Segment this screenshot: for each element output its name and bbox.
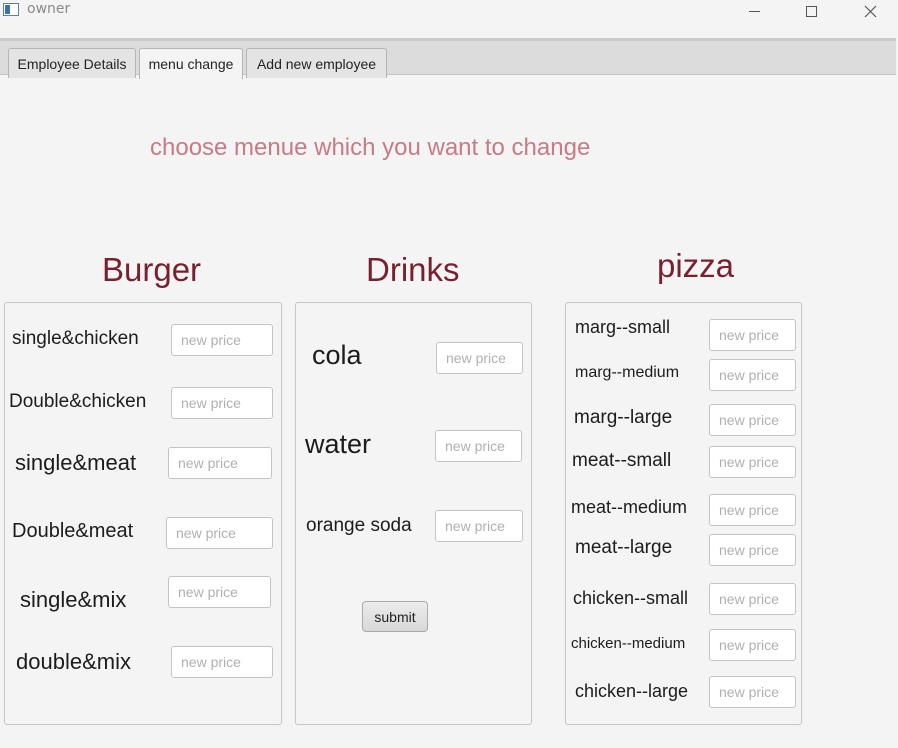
burger-item-label: double&mix: [16, 649, 131, 674]
drinks-item-label: orange soda: [306, 515, 412, 536]
pizza-title: pizza: [657, 247, 735, 284]
pizza-price-input[interactable]: [709, 359, 796, 391]
pizza-price-input[interactable]: [709, 676, 796, 708]
burger-price-input[interactable]: [168, 447, 272, 479]
minimize-icon: [748, 10, 760, 12]
burger-title: Burger: [102, 251, 202, 288]
minimize-button[interactable]: [725, 0, 783, 22]
pizza-price-input[interactable]: [709, 404, 796, 436]
burger-item-label: Double&meat: [12, 520, 134, 542]
app-window-icon: [3, 3, 19, 16]
tab-employee-details[interactable]: Employee Details: [8, 48, 136, 78]
drinks-price-input[interactable]: [435, 430, 522, 462]
drinks-item-label: water: [305, 429, 372, 459]
drinks-title: Drinks: [366, 251, 460, 288]
title-bar: owner: [0, 0, 898, 36]
tab-add-new-employee[interactable]: Add new employee: [246, 48, 387, 78]
close-button[interactable]: [841, 0, 898, 22]
drinks-price-input[interactable]: [435, 510, 523, 542]
pizza-item-label: chicken--large: [575, 681, 689, 701]
submit-button[interactable]: submit: [362, 601, 428, 632]
burger-price-input[interactable]: [171, 646, 273, 678]
burger-item-label: Double&chicken: [9, 391, 147, 412]
pizza-item-label: meat--medium: [571, 497, 688, 517]
pizza-price-input[interactable]: [709, 583, 796, 615]
window-title: owner: [27, 1, 71, 17]
drinks-item-label: cola: [312, 340, 362, 370]
pizza-item-label: chicken--medium: [571, 635, 686, 652]
close-icon: [864, 5, 876, 17]
maximize-icon: [805, 5, 817, 17]
burger-price-input[interactable]: [171, 387, 273, 419]
pizza-price-input[interactable]: [709, 629, 796, 661]
burger-price-input[interactable]: [166, 517, 273, 549]
tab-bar: Employee Details menu change Add new emp…: [0, 38, 896, 79]
burger-price-input[interactable]: [168, 576, 271, 608]
pizza-price-input[interactable]: [709, 319, 796, 351]
pizza-item-label: marg--medium: [575, 364, 680, 381]
pizza-price-input[interactable]: [709, 446, 796, 478]
pizza-price-input[interactable]: [709, 494, 796, 526]
owner-window: owner Employee Details menu change Add n…: [0, 0, 898, 748]
pizza-item-label: chicken--small: [573, 588, 689, 608]
drinks-price-input[interactable]: [436, 342, 523, 374]
pizza-price-input[interactable]: [709, 534, 796, 566]
page-headline: choose menue which you want to change: [150, 134, 591, 161]
pizza-item-label: meat--large: [575, 537, 673, 558]
burger-item-label: single&meat: [15, 450, 137, 475]
maximize-button[interactable]: [782, 0, 840, 22]
burger-item-label: single&chicken: [12, 328, 139, 349]
burger-item-label: single&mix: [20, 587, 127, 612]
pizza-item-label: marg--small: [575, 317, 671, 337]
tab-menu-change[interactable]: menu change: [139, 48, 243, 79]
pizza-item-label: meat--small: [572, 450, 672, 471]
pizza-item-label: marg--large: [574, 407, 673, 428]
burger-price-input[interactable]: [171, 324, 273, 356]
